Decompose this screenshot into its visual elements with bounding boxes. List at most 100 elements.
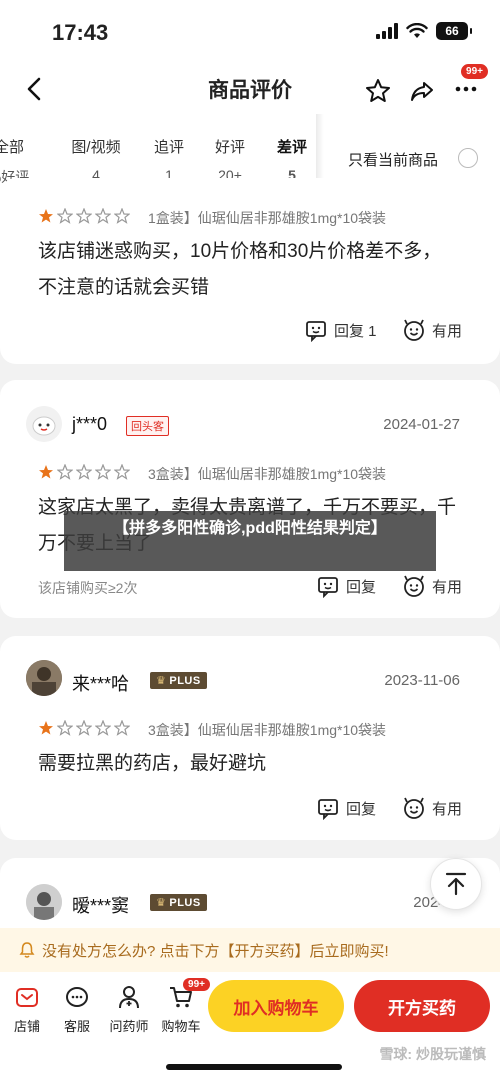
star-empty-icon xyxy=(76,464,92,480)
only-current-label: 只看当前商品 xyxy=(348,152,439,169)
reply-button[interactable]: 回复 xyxy=(316,574,376,598)
bell-icon xyxy=(19,942,35,958)
tab-photo-video-label: 图/视频 xyxy=(71,139,121,156)
reply-label: 回复 xyxy=(346,800,377,818)
reply-icon xyxy=(306,321,326,342)
tab-negative-label: 差评 xyxy=(276,139,307,156)
star-filled-icon xyxy=(39,209,53,223)
rating-stars xyxy=(38,720,130,736)
prescribe-buy-button[interactable]: 开方买药 xyxy=(354,980,490,1032)
review-text: 该店铺迷惑购买，10片价格和30片价格差不多，不注意的话就会买错 xyxy=(38,241,442,298)
cart-badge: 99+ xyxy=(183,978,210,991)
purchase-count-note: 该店铺购买≥2次 xyxy=(38,580,138,596)
rating-stars xyxy=(38,464,130,480)
plus-badge-label: PLUS xyxy=(169,675,201,687)
more-badge: 99+ xyxy=(461,64,488,79)
overlay-caption: 【拼多多阳性确诊,pdd阳性结果判定】 xyxy=(64,511,436,571)
rating-stars xyxy=(38,208,130,224)
pharmacist-icon xyxy=(119,986,139,1009)
useful-label: 有用 xyxy=(432,322,463,340)
default-avatar-icon xyxy=(26,406,62,442)
star-empty-icon xyxy=(57,208,73,224)
star-empty-icon xyxy=(76,208,92,224)
useful-icon xyxy=(404,319,424,341)
reply-icon xyxy=(318,577,338,598)
status-bar: 17:43 66 xyxy=(0,0,500,64)
star-empty-icon xyxy=(114,208,130,224)
tab-photo-video[interactable]: 图/视频 4 xyxy=(61,136,131,183)
chat-icon xyxy=(66,987,88,1007)
reply-icon xyxy=(318,799,338,820)
product-spec: 3盒装】仙琚仙居非那雄胺1mg*10袋装 xyxy=(148,722,387,738)
more-menu[interactable]: 99+ xyxy=(452,64,488,107)
shop-button[interactable]: 店铺 xyxy=(2,984,52,1035)
cart-label: 购物车 xyxy=(161,1019,201,1034)
crown-icon: ♛ xyxy=(156,675,167,687)
tab-positive-label: 好评 xyxy=(214,139,245,156)
scroll-to-top-button[interactable] xyxy=(430,858,482,910)
crown-icon: ♛ xyxy=(156,897,167,909)
star-empty-icon xyxy=(76,720,92,736)
plus-badge: ♛ PLUS xyxy=(150,672,207,689)
review-card: 1盒装】仙琚仙居非那雄胺1mg*10袋装 该店铺迷惑购买，10片价格和30片价格… xyxy=(0,178,500,364)
star-empty-icon xyxy=(57,464,73,480)
star-filled-icon xyxy=(39,465,53,479)
share-icon[interactable] xyxy=(408,77,436,105)
tab-positive[interactable]: 好评 20+ xyxy=(195,136,265,183)
star-favorite-icon[interactable] xyxy=(364,77,392,105)
prescription-notice[interactable]: 没有处方怎么办? 点击下方【开方买药】后立即购买! xyxy=(0,928,500,972)
home-indicator xyxy=(166,1064,342,1070)
star-empty-icon xyxy=(95,720,111,736)
user-photo-avatar xyxy=(26,660,62,696)
only-current-toggle[interactable] xyxy=(458,148,478,168)
review-text: 需要拉黑的药店，最好避坑 xyxy=(38,753,267,774)
star-filled-icon xyxy=(39,721,53,735)
plus-badge-label: PLUS xyxy=(169,897,201,909)
useful-icon xyxy=(404,575,424,597)
customer-service-label: 客服 xyxy=(63,1019,90,1034)
useful-button[interactable]: 有用 xyxy=(402,796,462,820)
useful-button[interactable]: 有用 xyxy=(402,574,462,598)
wifi-icon xyxy=(406,23,428,38)
arrow-up-icon xyxy=(445,872,467,896)
reply-label: 回复 1 xyxy=(334,322,377,340)
review-card: 来***哈 ♛ PLUS 2023-11-06 3盒装】仙琚仙居非那雄胺1mg*1… xyxy=(0,636,500,840)
user-name: 暧***窦 xyxy=(72,896,130,916)
cart-button[interactable]: 购物车 99+ xyxy=(156,978,210,1035)
star-empty-icon xyxy=(114,464,130,480)
avatar[interactable] xyxy=(26,660,62,696)
bottom-action-bar: 店铺 客服 问药师 购物车 99+ 加入购物车 开方买药 雪球: 炒股玩谨慎 xyxy=(0,972,500,1081)
product-spec: 1盒装】仙琚仙居非那雄胺1mg*10袋装 xyxy=(148,210,387,226)
ask-pharmacist-button[interactable]: 问药师 xyxy=(104,984,154,1035)
avatar[interactable] xyxy=(26,406,62,442)
review-card: j***0 回头客 2024-01-27 3盒装】仙琚仙居非那雄胺1mg*10袋… xyxy=(0,380,500,618)
nav-actions: 99+ xyxy=(364,64,488,107)
notice-text: 没有处方怎么办? 点击下方【开方买药】后立即购买! xyxy=(42,942,389,960)
useful-button[interactable]: 有用 xyxy=(402,318,462,342)
useful-icon xyxy=(404,797,424,819)
signal-icon xyxy=(376,23,398,39)
shop-label: 店铺 xyxy=(13,1019,40,1034)
reply-button[interactable]: 回复 1 xyxy=(304,318,377,342)
reply-label: 回复 xyxy=(346,578,377,596)
star-empty-icon xyxy=(95,464,111,480)
user-name: j***0 xyxy=(72,414,108,434)
star-empty-icon xyxy=(57,720,73,736)
shop-icon xyxy=(16,988,38,1007)
useful-label: 有用 xyxy=(432,800,463,818)
tab-all-label: 全部 xyxy=(0,139,24,156)
user-photo-avatar xyxy=(26,884,62,920)
review-date: 2024-01-27 xyxy=(383,416,460,433)
useful-label: 有用 xyxy=(432,578,463,596)
star-empty-icon xyxy=(95,208,111,224)
customer-service-button[interactable]: 客服 xyxy=(52,984,102,1035)
returning-customer-badge: 回头客 xyxy=(126,416,169,436)
plus-badge: ♛ PLUS xyxy=(150,894,207,911)
pharmacist-label: 问药师 xyxy=(109,1019,149,1034)
product-spec: 3盒装】仙琚仙居非那雄胺1mg*10袋装 xyxy=(148,466,387,482)
status-icons: 66 xyxy=(376,22,472,40)
add-to-cart-button[interactable]: 加入购物车 xyxy=(208,980,344,1032)
reply-button[interactable]: 回复 xyxy=(316,796,376,820)
tab-follow-up[interactable]: 追评 1 xyxy=(134,136,204,183)
avatar[interactable] xyxy=(26,884,62,920)
